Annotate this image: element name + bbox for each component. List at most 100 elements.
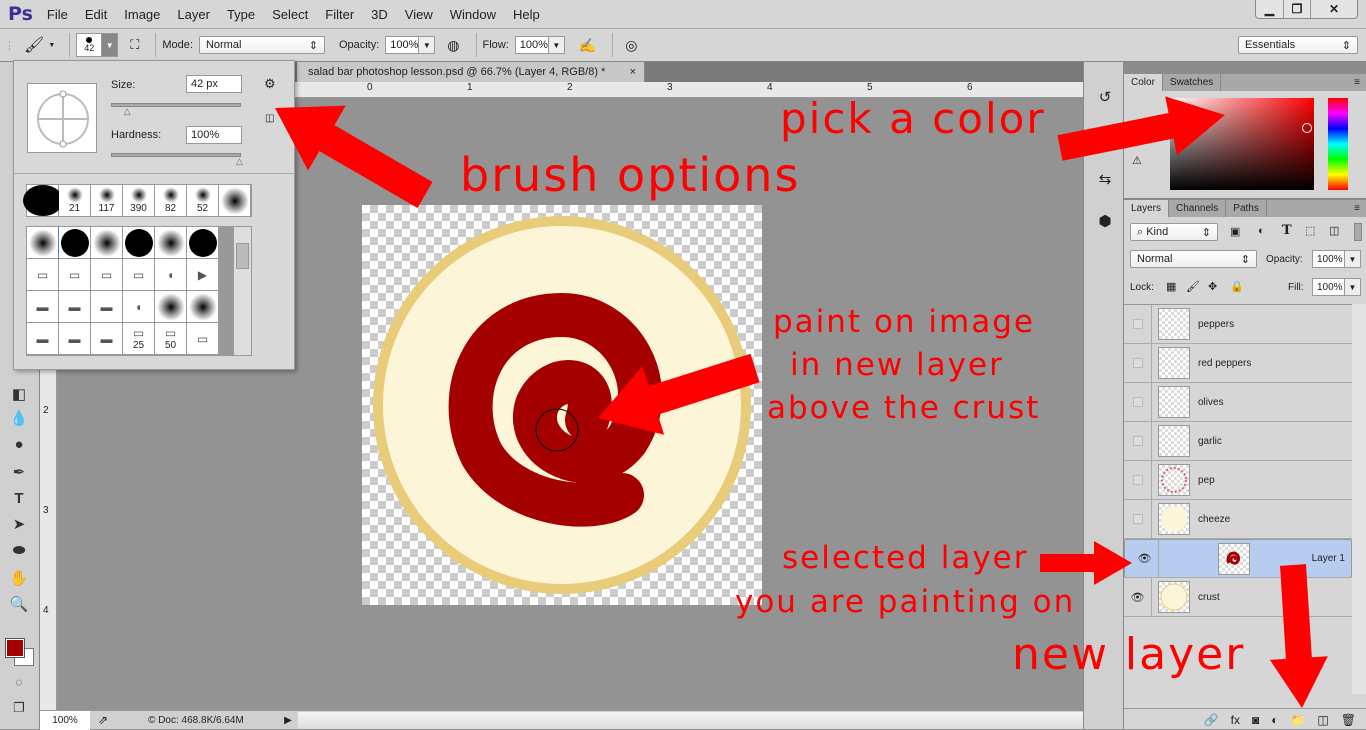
tool-preset-dropdown[interactable]: ▼	[48, 42, 55, 49]
menu-view[interactable]: View	[405, 7, 433, 22]
workspace-select[interactable]: Essentials ⇕	[1238, 36, 1358, 54]
horizontal-scrollbar[interactable]	[297, 711, 1083, 729]
layer-row[interactable]: garlic	[1124, 421, 1352, 461]
brush-preset[interactable]: 117	[91, 185, 123, 217]
panel-menu-icon[interactable]: ≡	[1348, 74, 1366, 91]
pixel-filter-icon[interactable]: ▣	[1230, 225, 1240, 238]
opacity-input[interactable]: 100%	[385, 36, 420, 54]
grip-handle[interactable]: ⋮	[4, 39, 18, 52]
vertical-scrollbar[interactable]	[234, 227, 251, 355]
zoom-input[interactable]: 100%	[40, 710, 90, 730]
gear-icon[interactable]: ⚙	[264, 76, 276, 92]
tab-layers[interactable]: Layers	[1124, 200, 1170, 217]
slider-handle[interactable]: △	[124, 106, 131, 117]
brush-panel-toggle-icon[interactable]: ⛶	[130, 37, 139, 53]
layer-row[interactable]: 👁 crust	[1124, 577, 1352, 617]
brush-preset[interactable]	[22, 185, 63, 217]
brush-preset[interactable]: 52	[187, 185, 219, 217]
quick-mask-icon[interactable]: ◌	[8, 672, 30, 692]
mask-icon[interactable]: ◙	[1252, 713, 1259, 727]
ellipse-tool-icon[interactable]: ⬬	[8, 540, 30, 560]
brush-preset[interactable]: ▬	[59, 323, 91, 355]
menu-file[interactable]: File	[47, 7, 68, 22]
brush-preset[interactable]: ▭ 50	[155, 323, 187, 355]
visibility-toggle[interactable]	[1124, 499, 1152, 539]
lock-transparent-icon[interactable]: ▦	[1166, 280, 1176, 293]
visibility-toggle[interactable]	[1124, 343, 1152, 383]
brush-preset-picker[interactable]: 42 ▼	[76, 33, 119, 57]
layer-opacity-input[interactable]: 100%	[1312, 250, 1345, 268]
document-canvas[interactable]	[362, 205, 762, 605]
layer-row[interactable]: olives	[1124, 382, 1352, 422]
chevron-down-icon[interactable]: ▼	[102, 33, 119, 57]
lock-position-icon[interactable]: ✥	[1208, 280, 1217, 293]
layer-filter-select[interactable]: ⌕ Kind ⇕	[1130, 223, 1218, 241]
brush-preset[interactable]	[58, 227, 92, 260]
shape-filter-icon[interactable]: ⬚	[1305, 224, 1315, 237]
brush-preset[interactable]: ▶	[187, 259, 219, 291]
tab-color[interactable]: Color	[1124, 74, 1163, 91]
menu-window[interactable]: Window	[450, 7, 496, 22]
menu-type[interactable]: Type	[227, 7, 255, 22]
new-layer-icon[interactable]: ◫	[1317, 713, 1328, 727]
fill-dropdown[interactable]: ▼	[1345, 278, 1361, 296]
brush-preset[interactable]: 390	[123, 185, 155, 217]
visibility-toggle[interactable]	[1124, 382, 1152, 422]
menu-filter[interactable]: Filter	[325, 7, 354, 22]
brush-tool-icon[interactable]: 🖌	[24, 35, 44, 55]
slider-handle[interactable]: △	[236, 156, 243, 167]
brush-preset[interactable]: ▬	[91, 323, 123, 355]
flow-input[interactable]: 100%	[514, 36, 549, 54]
menu-edit[interactable]: Edit	[85, 7, 107, 22]
pen-tool-icon[interactable]: ✒	[8, 462, 30, 482]
smart-object-filter-icon[interactable]: ◫	[1329, 224, 1339, 237]
3d-icon[interactable]: ⬢	[1094, 210, 1116, 232]
adjustment-filter-icon[interactable]: ◐	[1258, 225, 1265, 237]
visibility-toggle[interactable]: 👁	[1131, 539, 1159, 578]
adjustment-icon[interactable]: ◐	[1271, 713, 1278, 727]
blur-tool-icon[interactable]: 💧	[8, 408, 30, 428]
folder-icon[interactable]: 📁	[1290, 713, 1305, 727]
document-tab[interactable]: salad bar photoshop lesson.psd @ 66.7% (…	[297, 62, 645, 82]
tab-swatches[interactable]: Swatches	[1163, 74, 1222, 91]
close-button[interactable]: ✕	[1310, 0, 1357, 18]
layer-row[interactable]: pep	[1124, 460, 1352, 500]
type-filter-icon[interactable]: T	[1282, 223, 1292, 238]
brush-preset[interactable]	[123, 227, 155, 259]
panel-menu-icon[interactable]: ≡	[1348, 200, 1366, 217]
hardness-input[interactable]: 100%	[186, 126, 242, 144]
menu-3d[interactable]: 3D	[371, 7, 388, 22]
brush-preset[interactable]: 21	[59, 185, 91, 217]
brush-preset[interactable]	[187, 291, 219, 323]
trash-icon[interactable]: 🗑	[1341, 713, 1356, 727]
brush-preset[interactable]: 82	[155, 185, 187, 217]
brush-preset[interactable]: ▬	[27, 291, 59, 323]
airbrush-icon[interactable]: ✍	[579, 37, 596, 54]
brush-preset[interactable]: ▭	[27, 259, 59, 291]
brush-preset[interactable]: ▬	[59, 291, 91, 323]
properties-icon[interactable]: ☰	[1094, 130, 1116, 152]
link-icon[interactable]: 🔗	[1204, 713, 1219, 727]
visibility-toggle[interactable]: 👁	[1124, 577, 1152, 617]
flow-dropdown[interactable]: ▼	[548, 36, 565, 54]
menu-select[interactable]: Select	[272, 7, 308, 22]
screen-mode-icon[interactable]: ❐	[8, 698, 30, 718]
brush-preset[interactable]: ▭ 25	[123, 323, 155, 355]
pressure-opacity-icon[interactable]: ◍	[447, 37, 459, 54]
brush-preset[interactable]	[219, 185, 251, 217]
color-field[interactable]	[1170, 98, 1314, 190]
filter-toggle[interactable]	[1354, 223, 1362, 241]
status-menu-arrow-icon[interactable]: ▶	[284, 715, 292, 726]
size-slider[interactable]: △	[111, 103, 241, 116]
foreground-color-swatch[interactable]	[5, 638, 25, 658]
brush-preset[interactable]: ▬	[91, 291, 123, 323]
brush-preset[interactable]	[155, 291, 187, 323]
opacity-dropdown[interactable]: ▼	[1345, 250, 1361, 268]
dodge-tool-icon[interactable]: ●	[8, 434, 30, 454]
lock-image-icon[interactable]: 🖌	[1186, 280, 1200, 293]
menu-help[interactable]: Help	[513, 7, 540, 22]
fx-icon[interactable]: fx	[1231, 713, 1240, 727]
path-selection-tool-icon[interactable]: ➤	[8, 514, 30, 534]
layer-row[interactable]: red peppers	[1124, 343, 1352, 383]
menu-image[interactable]: Image	[124, 7, 160, 22]
